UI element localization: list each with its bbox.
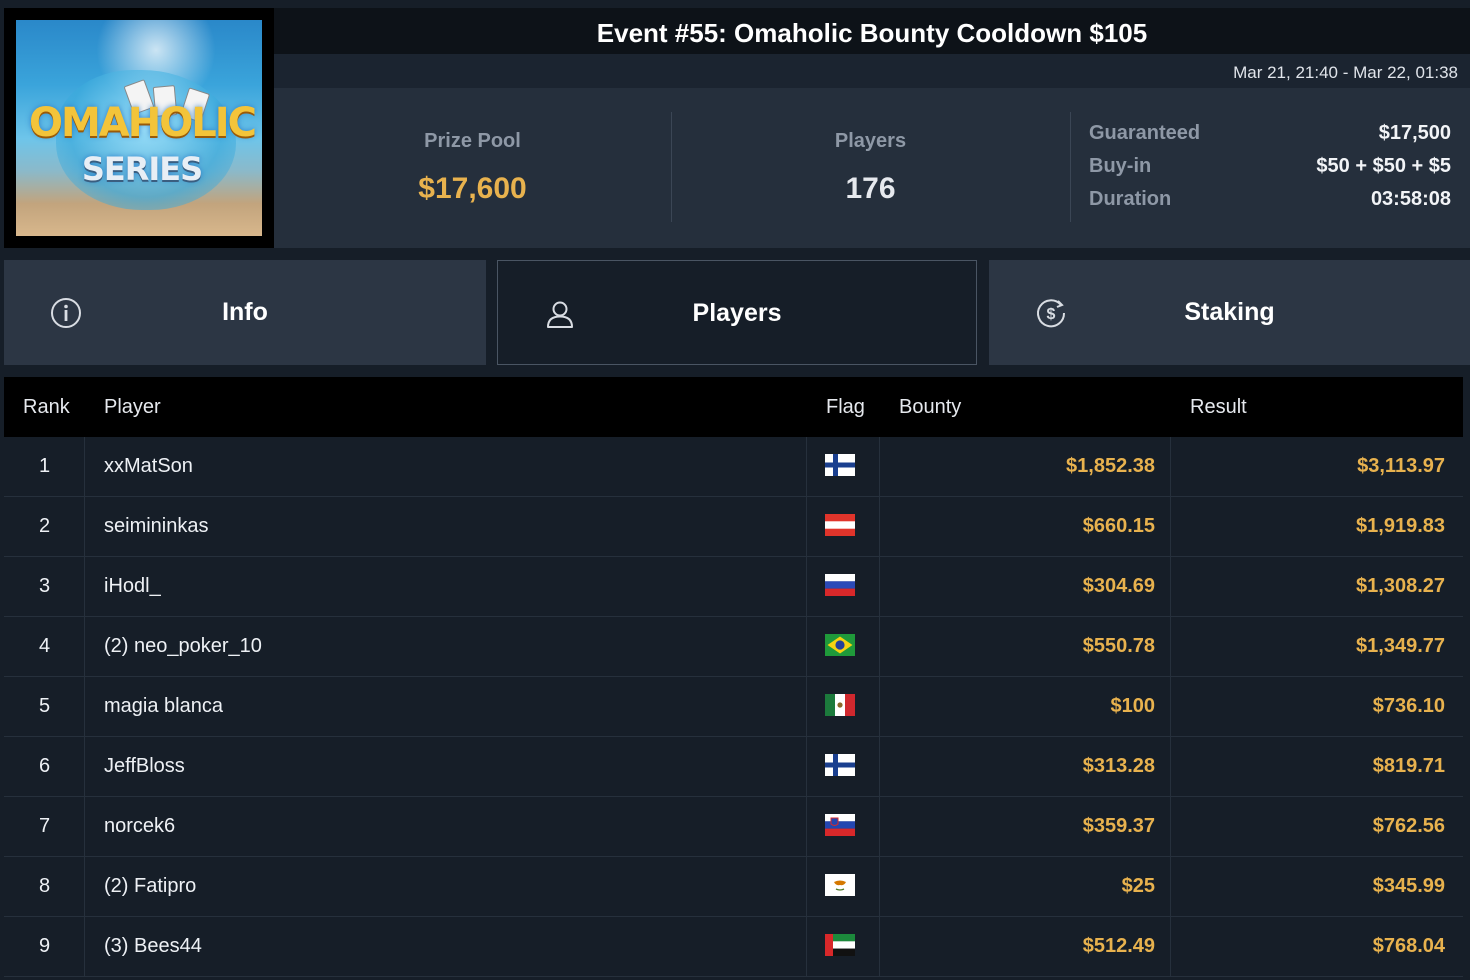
- rank: 8: [38, 875, 51, 897]
- table-row[interactable]: 9 (3) Bees44 $512.49 $768.04: [4, 917, 1463, 977]
- rank: 4: [38, 635, 51, 657]
- cyprus-flag-icon: [825, 874, 855, 896]
- result-value: $768.04: [1372, 935, 1445, 957]
- prize-pool-value: $17,600: [418, 172, 527, 205]
- uae-flag-icon: [825, 934, 855, 956]
- rank: 7: [38, 815, 51, 837]
- player-name[interactable]: iHodl_: [104, 575, 161, 598]
- detail-label: Duration: [1089, 188, 1172, 210]
- date-bar: Mar 21, 21:40 - Mar 22, 01:38: [274, 54, 1470, 88]
- event-date-range: Mar 21, 21:40 - Mar 22, 01:38: [1233, 63, 1458, 82]
- title-bar: Event #55: Omaholic Bounty Cooldown $105: [274, 8, 1470, 54]
- stats-panel: Prize Pool $17,600 Players 176 Guarantee…: [274, 88, 1470, 248]
- player-name[interactable]: (2) neo_poker_10: [104, 635, 262, 658]
- bounty-value: $1,852.38: [1066, 455, 1155, 477]
- bounty-value: $304.69: [1082, 575, 1155, 597]
- result-value: $3,113.97: [1357, 455, 1445, 477]
- result-value: $345.99: [1372, 875, 1445, 897]
- divider: [1070, 112, 1071, 222]
- bounty-value: $550.78: [1082, 635, 1155, 657]
- player-name[interactable]: magia blanca: [104, 695, 223, 718]
- logo-subtitle: SERIES: [81, 150, 203, 188]
- event-title: Event #55: Omaholic Bounty Cooldown $105: [596, 18, 1148, 48]
- prize-pool-label: Prize Pool: [424, 130, 521, 152]
- detail-value: 03:58:08: [1370, 188, 1451, 210]
- bounty-value: $100: [1110, 695, 1156, 717]
- result-value: $1,349.77: [1356, 635, 1445, 657]
- header-bounty[interactable]: Bounty: [899, 396, 961, 419]
- detail-label: Buy-in: [1089, 155, 1152, 177]
- bounty-value: $359.37: [1082, 815, 1155, 837]
- result-value: $762.56: [1372, 815, 1445, 837]
- brazil-flag-icon: [825, 634, 855, 656]
- logo-frame: OMAHOLIC SERIES: [4, 8, 274, 248]
- players-stat: Players 176: [672, 88, 1069, 248]
- rank: 1: [38, 455, 51, 477]
- table-header: Rank Player Flag Bounty Result: [4, 377, 1463, 437]
- header-rank[interactable]: Rank: [23, 396, 70, 419]
- austria-flag-icon: [825, 514, 855, 536]
- player-name[interactable]: xxMatSon: [104, 455, 193, 478]
- rank: 6: [38, 755, 51, 777]
- table-row[interactable]: 8 (2) Fatipro $25 $345.99: [4, 857, 1463, 917]
- result-value: $819.71: [1372, 755, 1445, 777]
- table-row[interactable]: 4 (2) neo_poker_10 $550.78 $1,349.77: [4, 617, 1463, 677]
- result-value: $1,308.27: [1356, 575, 1445, 597]
- table-row[interactable]: 5 magia blanca $100 $736.10: [4, 677, 1463, 737]
- players-value: 176: [845, 172, 896, 205]
- finland-flag-icon: [825, 454, 855, 476]
- rank: 3: [38, 575, 51, 597]
- detail-value: $17,500: [1378, 122, 1451, 144]
- rank: 2: [38, 515, 51, 537]
- tab-players[interactable]: Players: [497, 260, 977, 365]
- bounty-value: $313.28: [1082, 755, 1155, 777]
- bounty-value: $25: [1121, 875, 1155, 897]
- tab-info[interactable]: Info: [4, 260, 486, 365]
- player-name[interactable]: norcek6: [104, 815, 175, 838]
- table-row[interactable]: 7 norcek6 $359.37 $762.56: [4, 797, 1463, 857]
- player-name[interactable]: seimininkas: [104, 515, 208, 538]
- event-details: Guaranteed $17,500 Buy-in $50 + $50 + $5…: [1089, 118, 1451, 217]
- logo-title: OMAHOLIC: [29, 100, 257, 146]
- detail-value: $50 + $50 + $5: [1316, 155, 1451, 177]
- omaholic-series-logo: OMAHOLIC SERIES: [16, 20, 262, 236]
- prize-pool-stat: Prize Pool $17,600: [274, 88, 671, 248]
- tab-label: Players: [692, 299, 782, 327]
- mexico-flag-icon: [825, 694, 855, 716]
- player-name[interactable]: (3) Bees44: [104, 935, 202, 958]
- players-table: Rank Player Flag Bounty Result 1 xxMatSo…: [4, 377, 1463, 977]
- bounty-value: $512.49: [1082, 935, 1155, 957]
- rank: 5: [38, 695, 51, 717]
- finland-flag-icon: [825, 754, 855, 776]
- tournament-page: OMAHOLIC SERIES Event #55: Omaholic Boun…: [0, 0, 1470, 980]
- header-flag[interactable]: Flag: [826, 396, 865, 419]
- detail-buy-in: Buy-in $50 + $50 + $5: [1089, 151, 1451, 184]
- player-name[interactable]: (2) Fatipro: [104, 875, 196, 898]
- player-name[interactable]: JeffBloss: [104, 755, 185, 778]
- table-row[interactable]: 2 seimininkas $660.15 $1,919.83: [4, 497, 1463, 557]
- tab-label: Staking: [1184, 298, 1275, 326]
- table-row[interactable]: 3 iHodl_ $304.69 $1,308.27: [4, 557, 1463, 617]
- tab-staking[interactable]: $ Staking: [989, 260, 1470, 365]
- slovenia-flag-icon: [825, 814, 855, 836]
- result-value: $736.10: [1372, 695, 1445, 717]
- rank: 9: [38, 935, 51, 957]
- table-row[interactable]: 6 JeffBloss $313.28 $819.71: [4, 737, 1463, 797]
- header-result[interactable]: Result: [1190, 396, 1247, 419]
- bounty-value: $660.15: [1082, 515, 1155, 537]
- result-value: $1,919.83: [1356, 515, 1445, 537]
- header-player[interactable]: Player: [104, 396, 161, 419]
- detail-duration: Duration 03:58:08: [1089, 184, 1451, 217]
- players-label: Players: [834, 130, 907, 152]
- table-row[interactable]: 1 xxMatSon $1,852.38 $3,113.97: [4, 437, 1463, 497]
- detail-label: Guaranteed: [1089, 122, 1201, 144]
- detail-guaranteed: Guaranteed $17,500: [1089, 118, 1451, 151]
- tab-label: Info: [222, 298, 268, 326]
- russia-flag-icon: [825, 574, 855, 596]
- event-header: OMAHOLIC SERIES Event #55: Omaholic Boun…: [0, 0, 1470, 248]
